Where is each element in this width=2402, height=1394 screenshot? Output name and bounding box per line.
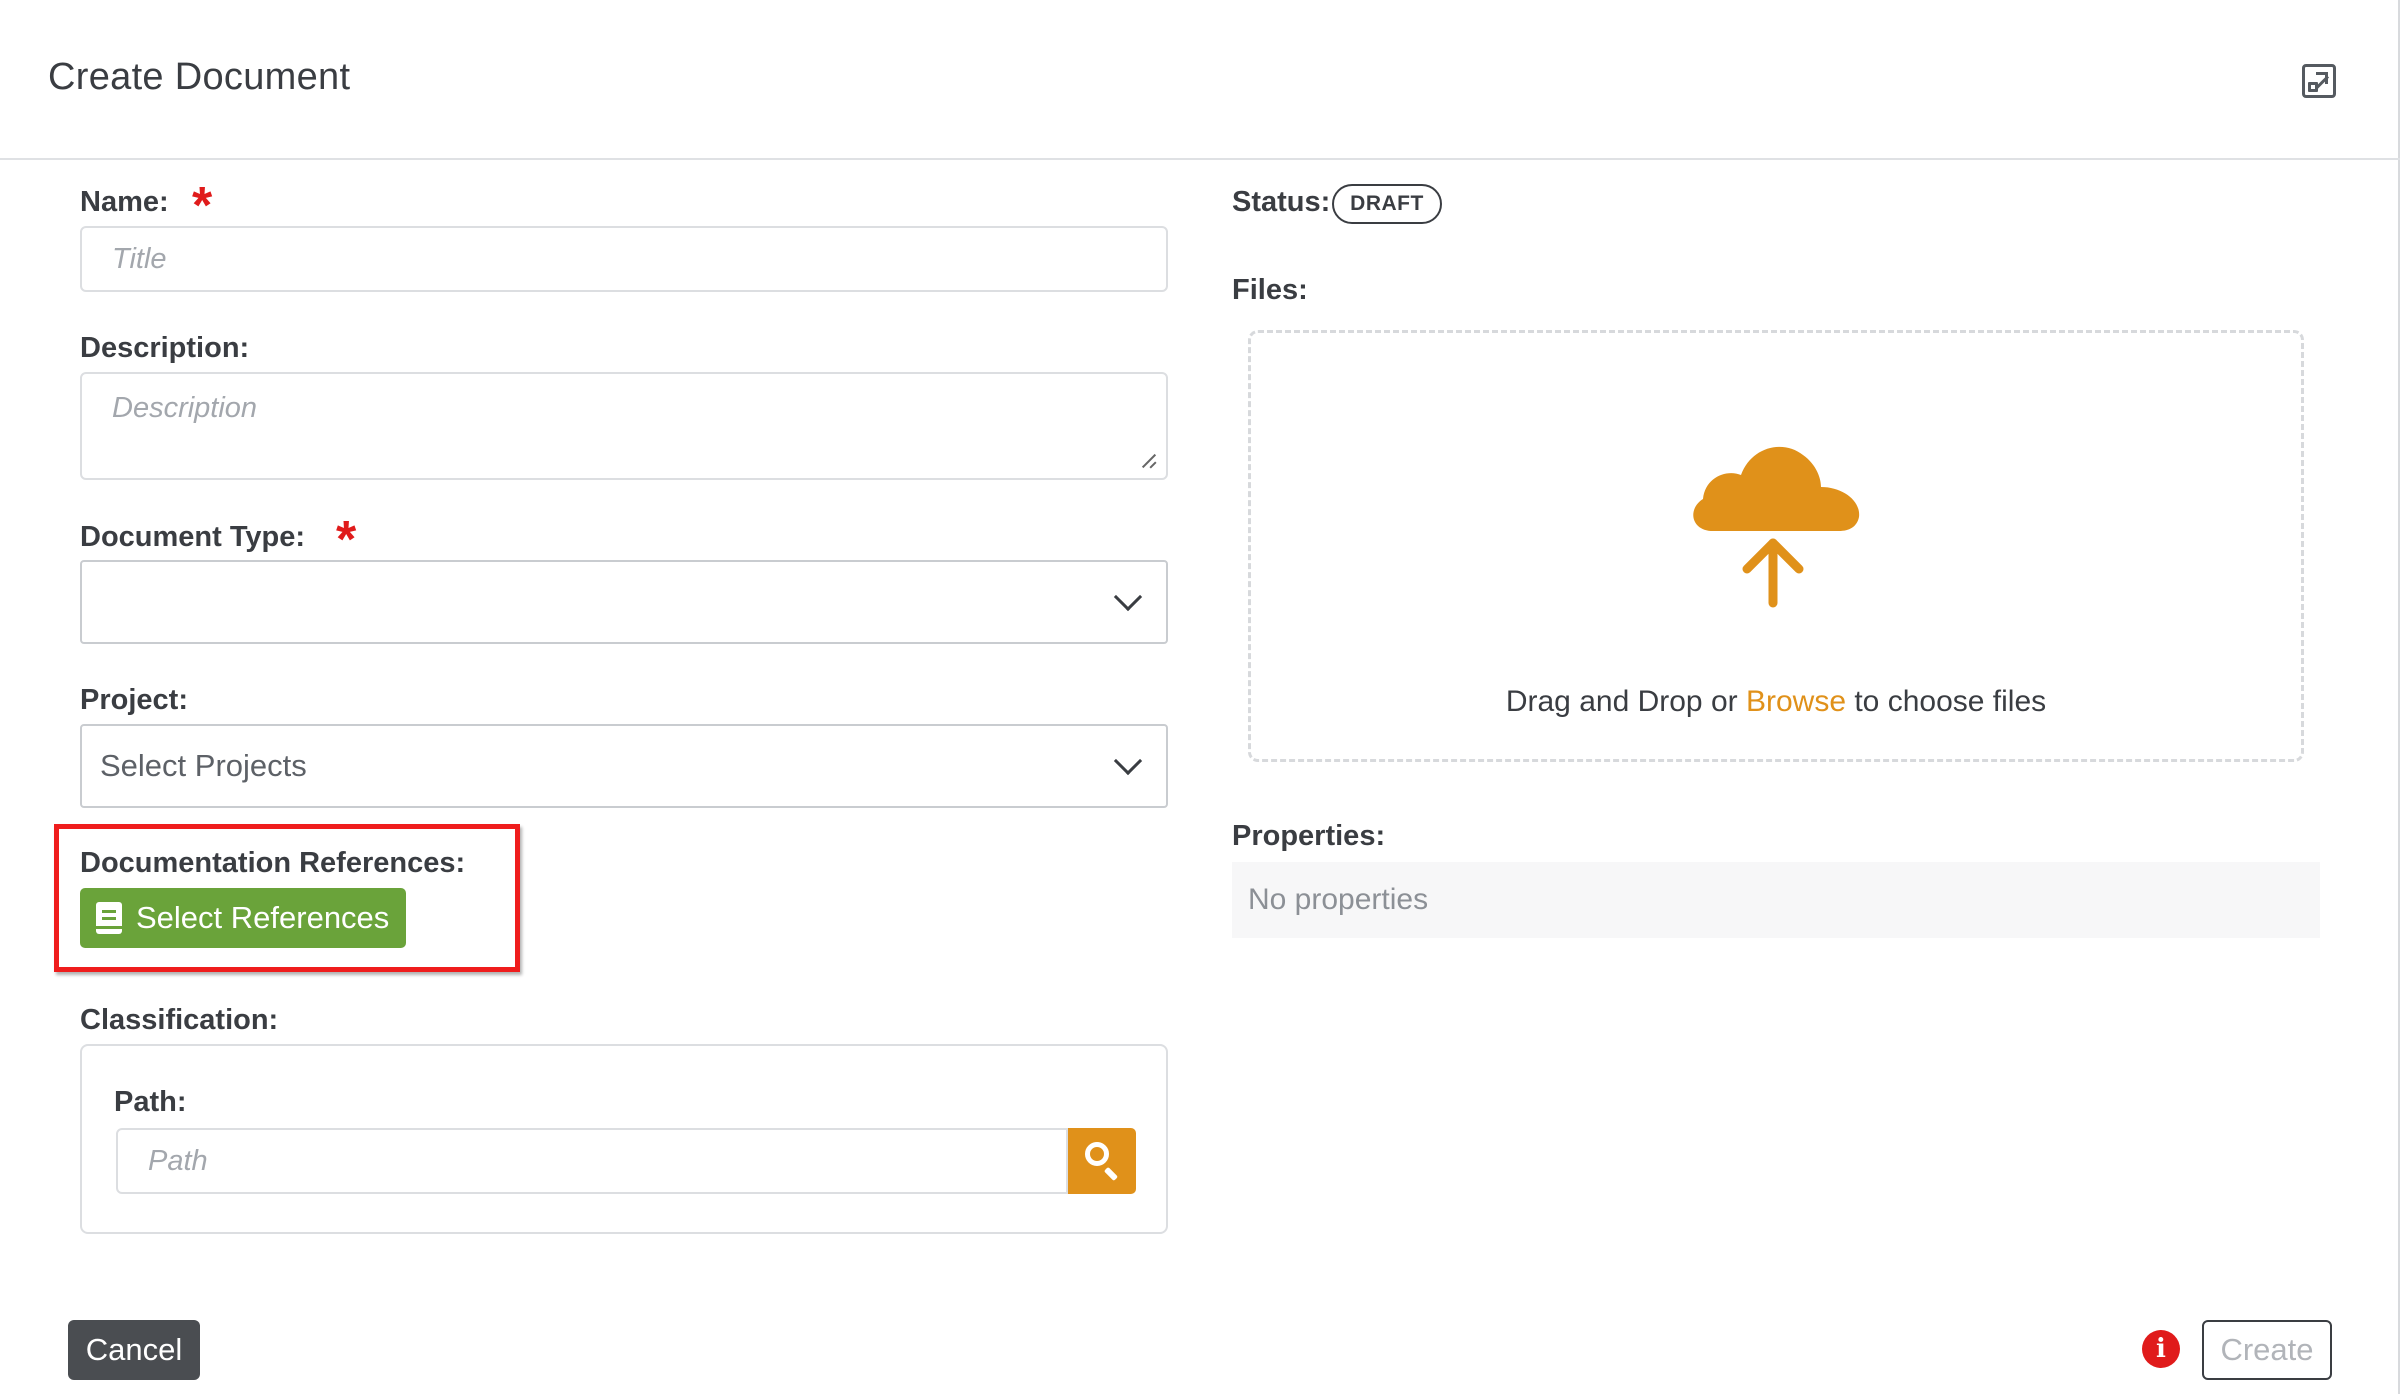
project-select[interactable]: Select Projects [80,724,1168,808]
search-icon-handle [1103,1166,1119,1182]
cancel-button[interactable]: Cancel [68,1320,200,1380]
chevron-down-icon [1113,746,1143,776]
references-label: Documentation References: [80,847,466,879]
description-placeholder: Description [112,392,258,424]
browse-link[interactable]: Browse [1746,685,1846,718]
create-button[interactable]: Create [2202,1320,2332,1380]
properties-label: Properties: [1232,820,1386,852]
name-input[interactable]: Title [80,226,1168,292]
select-references-button[interactable]: Select References [80,888,406,948]
info-icon[interactable]: i [2142,1330,2180,1368]
status-label: Status: [1232,186,1331,218]
drop-text-before: Drag and Drop or [1505,685,1746,718]
search-icon [1085,1142,1109,1166]
path-label: Path: [114,1086,187,1118]
resize-handle-icon[interactable] [1142,454,1156,468]
file-dropzone[interactable]: Drag and Drop or Browse to choose files [1248,330,2304,762]
expand-icon[interactable] [2302,64,2336,98]
create-document-modal: Create Document Name: * Title Descriptio… [0,0,2400,1394]
path-search-button[interactable] [1068,1128,1136,1194]
classification-panel: Path: Path [80,1044,1168,1234]
name-label: Name: [80,186,169,218]
project-value: Select Projects [100,748,307,783]
name-required-mark: * [192,177,213,235]
cloud-upload-icon [1693,446,1860,608]
modal-title: Create Document [48,56,351,98]
document-type-label: Document Type: [80,521,306,553]
dropzone-instructions: Drag and Drop or Browse to choose files [1251,685,2301,719]
description-textarea[interactable]: Description [80,372,1168,480]
document-type-required-mark: * [336,511,357,569]
document-type-select[interactable] [80,560,1168,644]
description-label: Description: [80,332,250,364]
drop-text-after: to choose files [1846,685,2047,718]
chevron-down-icon [1113,582,1143,612]
project-label: Project: [80,684,188,716]
status-badge: DRAFT [1332,184,1442,224]
files-label: Files: [1232,274,1308,306]
path-input[interactable]: Path [116,1128,1068,1194]
properties-panel: No properties [1232,862,2320,938]
modal-header: Create Document [0,0,2400,160]
classification-label: Classification: [80,1004,279,1036]
book-icon [96,902,122,934]
select-references-label: Select References [136,900,390,935]
